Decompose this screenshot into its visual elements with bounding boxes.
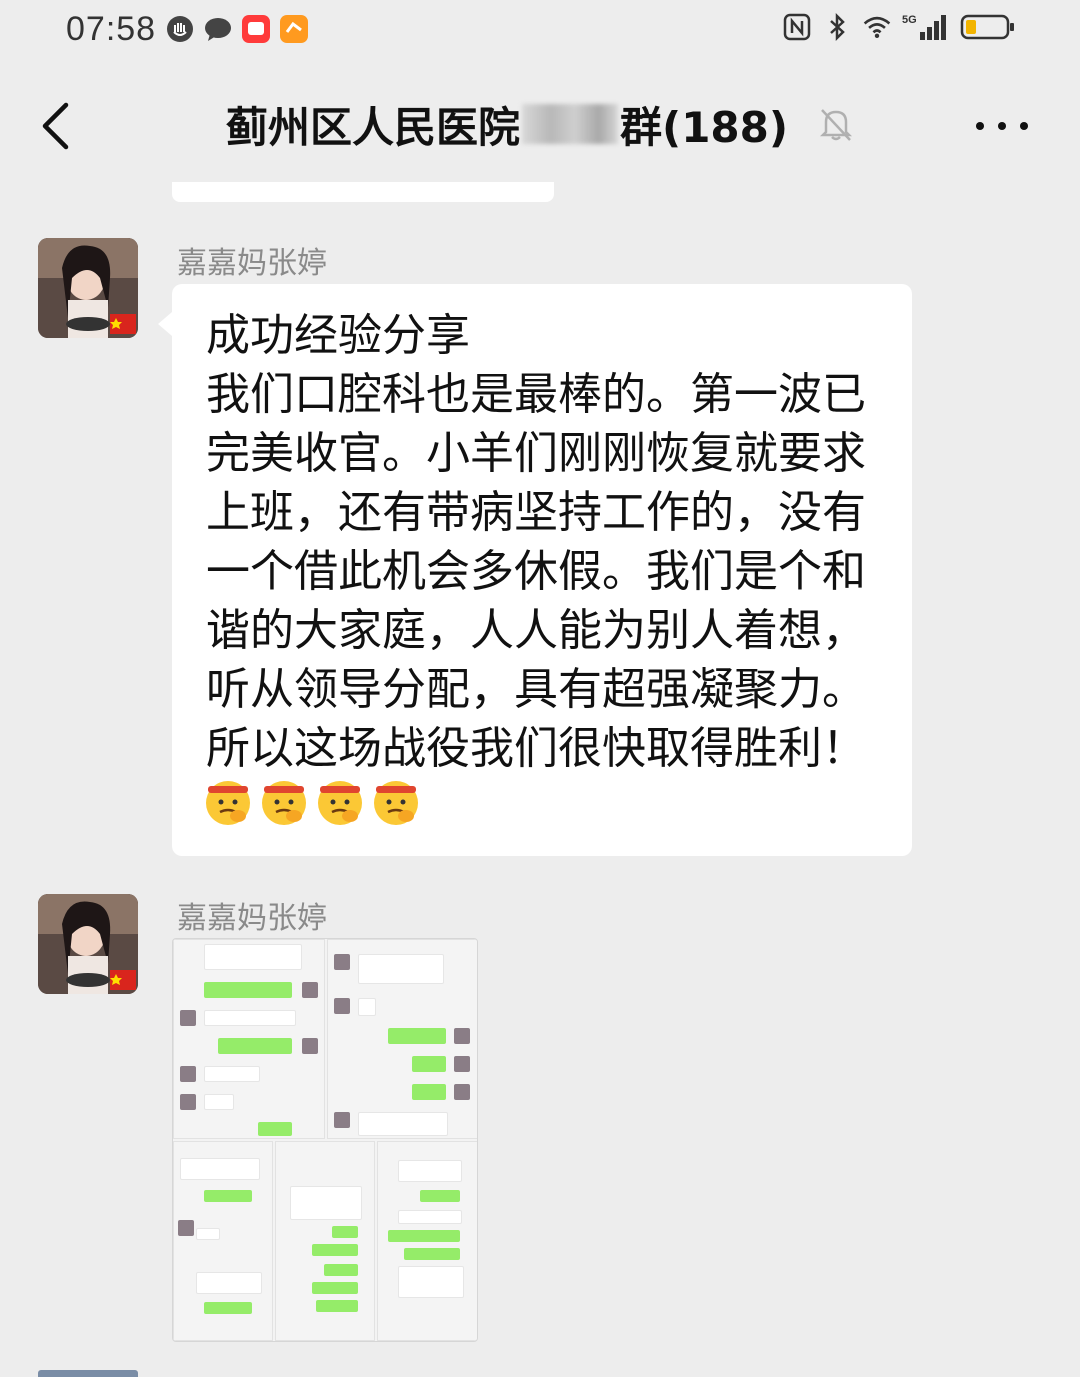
message-text: 成功经验分享 我们口腔科也是最棒的。第一波已完美收官。小羊们刚刚恢复就要求上班，…: [206, 310, 866, 774]
collage-panel: [377, 1141, 477, 1341]
next-avatar-edge: [38, 1370, 138, 1377]
chat-title: 蓟州区人民医院 群(188): [226, 92, 788, 156]
chat-bubble-icon: [203, 14, 233, 44]
collage-panel: [173, 1141, 273, 1341]
salute-emoji-icon: [206, 781, 250, 825]
title-blur-mask: [522, 104, 619, 144]
nfc-icon: [782, 12, 812, 42]
more-options-button[interactable]: [972, 106, 1032, 146]
svg-text:5G: 5G: [902, 14, 917, 26]
wifi-icon: [862, 12, 892, 42]
emoji-row: [202, 776, 422, 828]
bell-muted-icon: [816, 104, 856, 144]
sender-name: 嘉嘉妈张婷: [177, 246, 327, 281]
sender-name: 嘉嘉妈张婷: [177, 901, 327, 936]
salute-emoji-icon: [374, 781, 418, 825]
previous-message-bubble-edge: [172, 182, 554, 202]
red-app-icon: [241, 14, 271, 44]
collage-panel: [275, 1141, 375, 1341]
status-time: 07:58: [66, 10, 157, 48]
salute-emoji-icon: [318, 781, 362, 825]
bluetooth-icon: [822, 12, 852, 42]
battery-icon: [960, 12, 1016, 42]
status-bar: 07:58 5G: [0, 0, 1080, 62]
avatar[interactable]: [38, 238, 138, 338]
chevron-left-icon: [42, 102, 69, 150]
collage-panel: [327, 939, 477, 1139]
5g-signal-icon: 5G: [902, 12, 950, 42]
chat-title-bar: 蓟州区人民医院 群(188): [0, 62, 1080, 182]
collage-panel: [173, 939, 325, 1139]
message-bubble[interactable]: 成功经验分享 我们口腔科也是最棒的。第一波已完美收官。小羊们刚刚恢复就要求上班，…: [158, 284, 912, 856]
salute-emoji-icon: [262, 781, 306, 825]
chat-title-suffix: 群(188): [620, 102, 789, 152]
chat-title-prefix: 蓟州区人民医院: [226, 102, 521, 152]
hand-icon: [165, 14, 195, 44]
chat-screenshot-collage-image[interactable]: [172, 938, 478, 1342]
more-dots-icon: [976, 122, 984, 130]
avatar[interactable]: [38, 894, 138, 994]
back-button[interactable]: [30, 96, 80, 156]
status-right-icons: 5G: [782, 12, 1016, 42]
orange-app-icon: [279, 14, 309, 44]
status-left-icons: [165, 14, 309, 44]
